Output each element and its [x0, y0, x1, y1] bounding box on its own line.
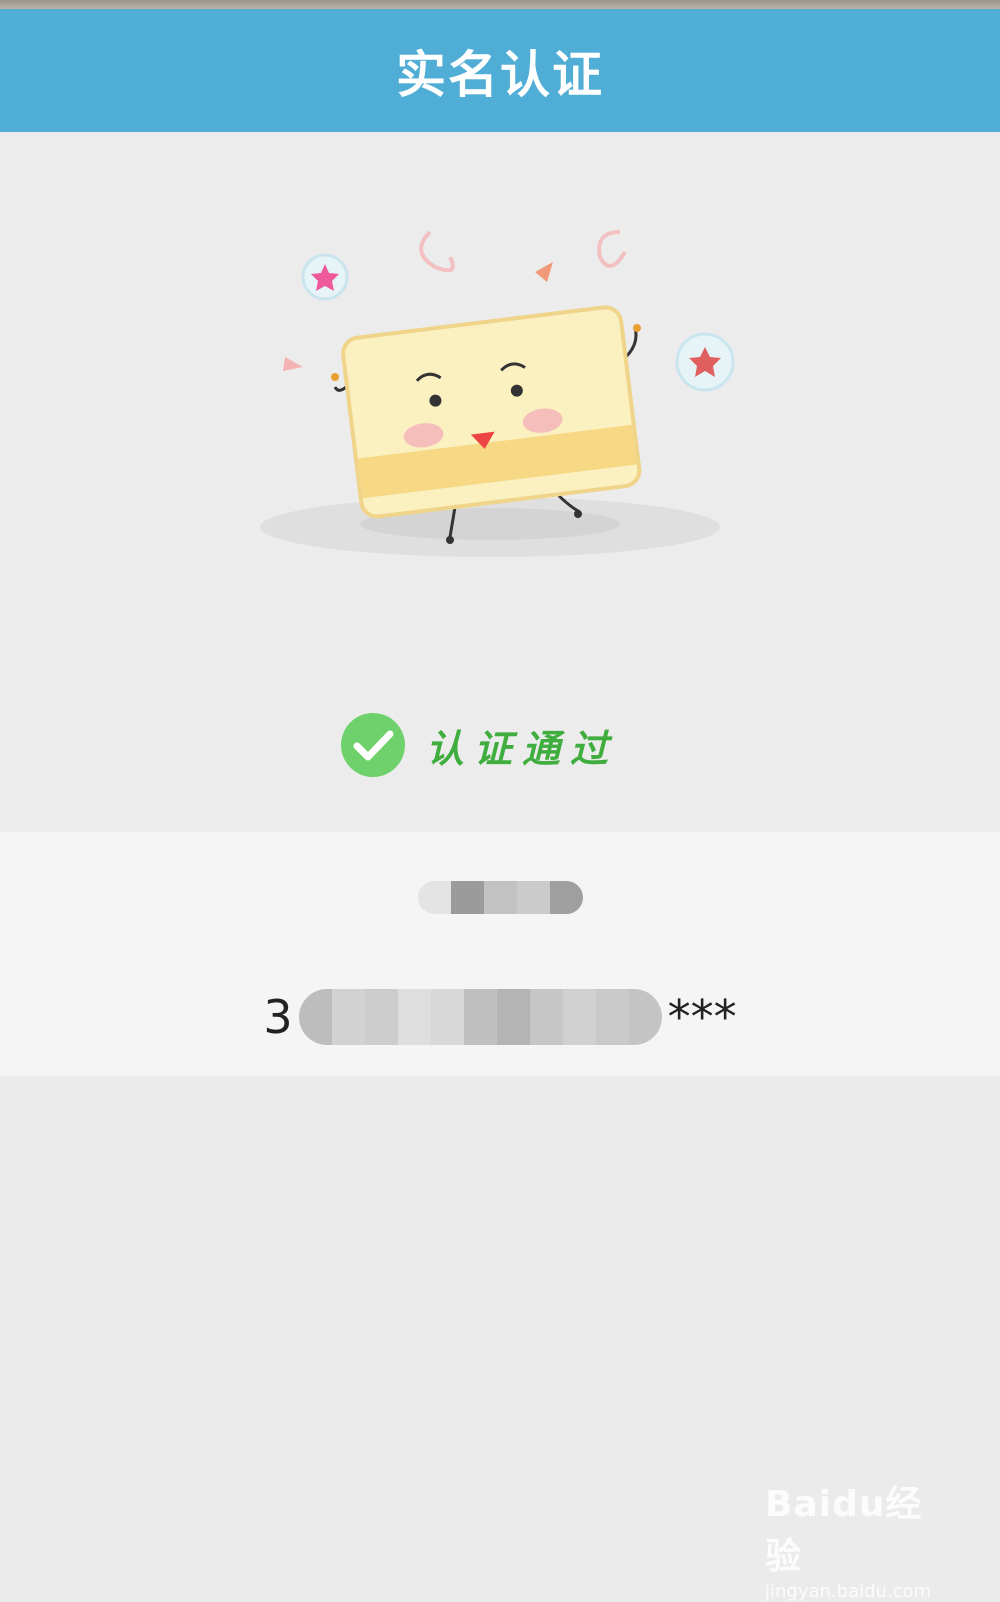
id-number-row: 3 ***: [0, 982, 1000, 1052]
page-title: 实名认证: [396, 45, 604, 104]
masked-id-number: [298, 989, 662, 1045]
star-bubble-icon: [301, 253, 349, 301]
masked-name: [417, 880, 583, 914]
watermark-brand: Baidu经验: [765, 1484, 923, 1577]
verification-status: 认证通过: [340, 712, 618, 778]
watermark-url: jingyan.baidu.com: [765, 1581, 932, 1602]
baidu-watermark: Baidu经验 jingyan.baidu.com: [765, 1475, 955, 1602]
star-bubble-icon: [675, 332, 735, 392]
check-circle-icon: [341, 713, 405, 777]
verification-hero: 认证通过: [0, 132, 1000, 832]
app-header: 实名认证: [0, 9, 1000, 132]
status-bar: [0, 0, 1000, 9]
real-name-row: [0, 862, 1000, 932]
id-number-suffix: ***: [667, 990, 737, 1044]
card-mascot-illustration: [260, 230, 735, 557]
id-number-prefix: 3: [263, 990, 293, 1044]
verification-status-text: 认证通过: [426, 726, 619, 771]
identity-info-panel: 3 ***: [0, 832, 1000, 1076]
